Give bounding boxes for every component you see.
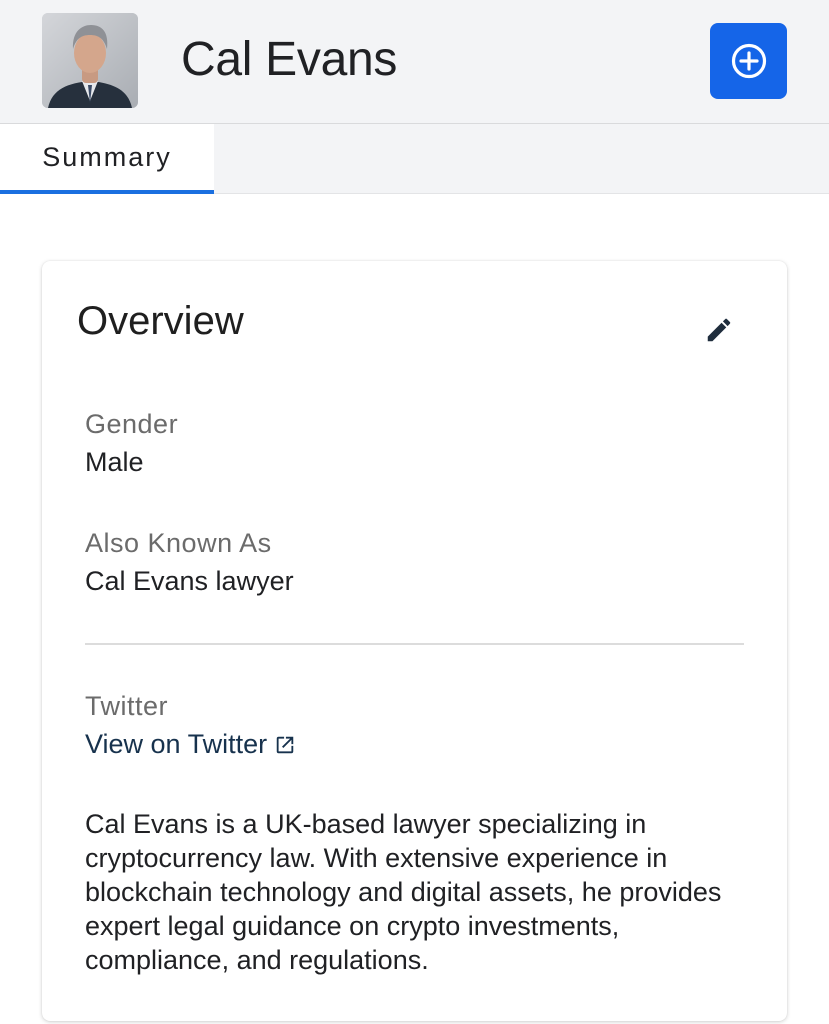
view-on-twitter-link[interactable]: View on Twitter [85, 729, 296, 760]
edit-button[interactable] [702, 313, 736, 347]
plus-circle-icon [731, 43, 766, 79]
tab-bar: Summary [0, 124, 829, 194]
overview-card: Overview Gender Male Also Known As Cal E… [42, 261, 787, 1021]
pencil-icon [707, 318, 731, 342]
divider [85, 643, 744, 645]
twitter-link-text: View on Twitter [85, 729, 268, 759]
aka-label: Also Known As [85, 528, 272, 558]
add-button[interactable] [710, 23, 787, 99]
avatar [42, 13, 138, 108]
external-link-icon [274, 734, 296, 756]
profile-name: Cal Evans [181, 33, 398, 86]
card-title: Overview [77, 299, 244, 343]
profile-header: Cal Evans [0, 0, 829, 124]
profile-description: Cal Evans is a UK-based lawyer specializ… [85, 809, 722, 975]
aka-value: Cal Evans lawyer [85, 566, 294, 596]
gender-label: Gender [85, 409, 179, 439]
tab-summary[interactable]: Summary [0, 124, 214, 194]
twitter-label: Twitter [85, 691, 169, 721]
gender-value: Male [85, 447, 144, 477]
